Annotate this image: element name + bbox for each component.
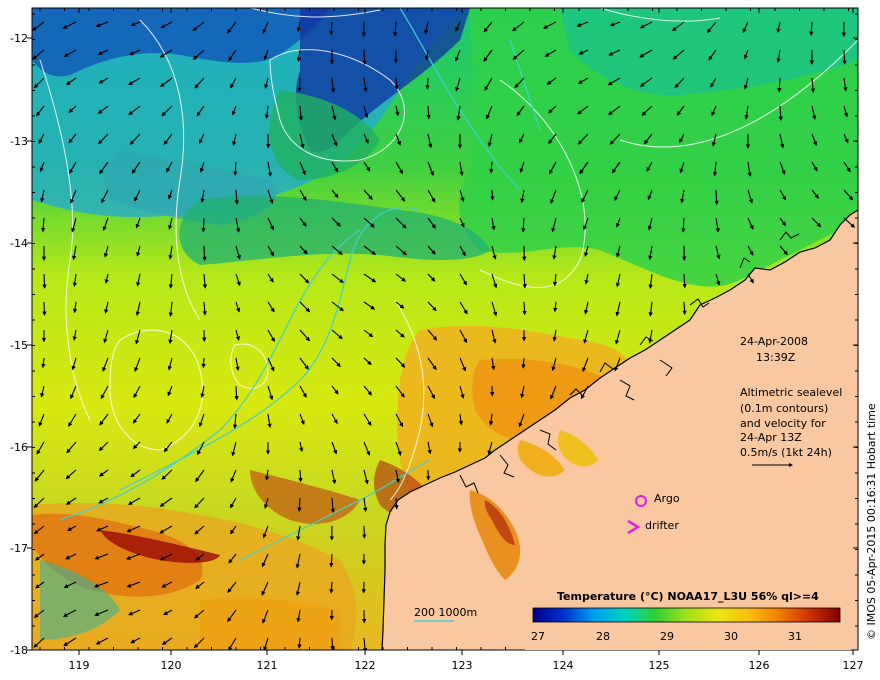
velocity-arrow — [298, 469, 303, 483]
colorbar-label: 29 — [660, 630, 674, 643]
lat-tick-label: -18 — [10, 644, 28, 657]
colorbar: Temperature (°C) NOAA17_L3U 56% ql>=4 27… — [525, 580, 851, 650]
velocity-arrow — [330, 637, 335, 650]
altimetry-line: Altimetric sealevel — [740, 386, 842, 399]
lat-tick-label: -12 — [10, 32, 28, 45]
argo-label: Argo — [654, 492, 680, 505]
velocity-arrow — [714, 189, 719, 206]
sst-map: 119 120 121 122 123 124 125 126 127 -12 … — [10, 7, 878, 672]
datetime-line1: 24-Apr-2008 — [740, 335, 808, 348]
colorbar-title: Temperature (°C) NOAA17_L3U 56% ql>=4 — [557, 590, 819, 603]
credit-text: © IMOS 05-Apr-2015 00:16:31 Hobart time — [865, 403, 878, 640]
longitude-labels: 119 120 121 122 123 124 125 126 127 — [69, 659, 864, 672]
velocity-arrow — [201, 217, 206, 233]
velocity-arrow — [202, 245, 207, 262]
lon-tick-label: 120 — [161, 659, 182, 672]
velocity-arrow — [682, 301, 687, 316]
velocity-arrow — [842, 49, 847, 65]
velocity-arrow — [329, 21, 334, 36]
lat-tick-label: -17 — [10, 542, 28, 555]
colorbar-ramp — [532, 607, 841, 623]
lon-tick-label: 123 — [452, 659, 473, 672]
lat-tick-label: -13 — [10, 135, 28, 148]
lon-tick-label: 122 — [355, 659, 376, 672]
colorbar-label: 27 — [531, 630, 545, 643]
lat-tick-label: -14 — [10, 237, 28, 250]
velocity-arrow — [362, 49, 367, 65]
lon-tick-label: 125 — [649, 659, 670, 672]
sst-field — [32, 8, 858, 650]
datetime-line2: 13:39Z — [756, 351, 796, 364]
lon-tick-label: 121 — [257, 659, 278, 672]
velocity-arrow — [522, 301, 527, 316]
velocity-arrow — [234, 385, 239, 401]
lon-tick-label: 124 — [553, 659, 574, 672]
lon-tick-label: 126 — [749, 659, 770, 672]
altimetry-line: and velocity for — [740, 417, 826, 430]
lat-tick-label: -16 — [10, 441, 28, 454]
altimetry-line: (0.1m contours) — [740, 402, 828, 415]
latitude-labels: -12 -13 -14 -15 -16 -17 -18 — [10, 32, 28, 657]
velocity-arrow — [425, 77, 430, 90]
velocity-arrow — [297, 77, 302, 92]
velocity-arrow — [42, 273, 47, 289]
altimetry-line: 0.5m/s (1kt 24h) — [740, 446, 832, 459]
velocity-arrow — [42, 301, 47, 316]
colorbar-label: 31 — [788, 630, 802, 643]
lon-tick-label: 119 — [69, 659, 90, 672]
depth-legend-label: 200 1000m — [414, 606, 477, 619]
velocity-arrow — [201, 357, 206, 369]
lat-tick-label: -15 — [10, 339, 28, 352]
colorbar-label: 28 — [596, 630, 610, 643]
colorbar-label: 30 — [724, 630, 738, 643]
drifter-label: drifter — [645, 519, 679, 532]
lon-tick-label: 127 — [843, 659, 864, 672]
altimetry-line: 24-Apr 13Z — [740, 431, 802, 444]
velocity-arrow — [490, 189, 495, 201]
velocity-arrow — [394, 497, 399, 510]
